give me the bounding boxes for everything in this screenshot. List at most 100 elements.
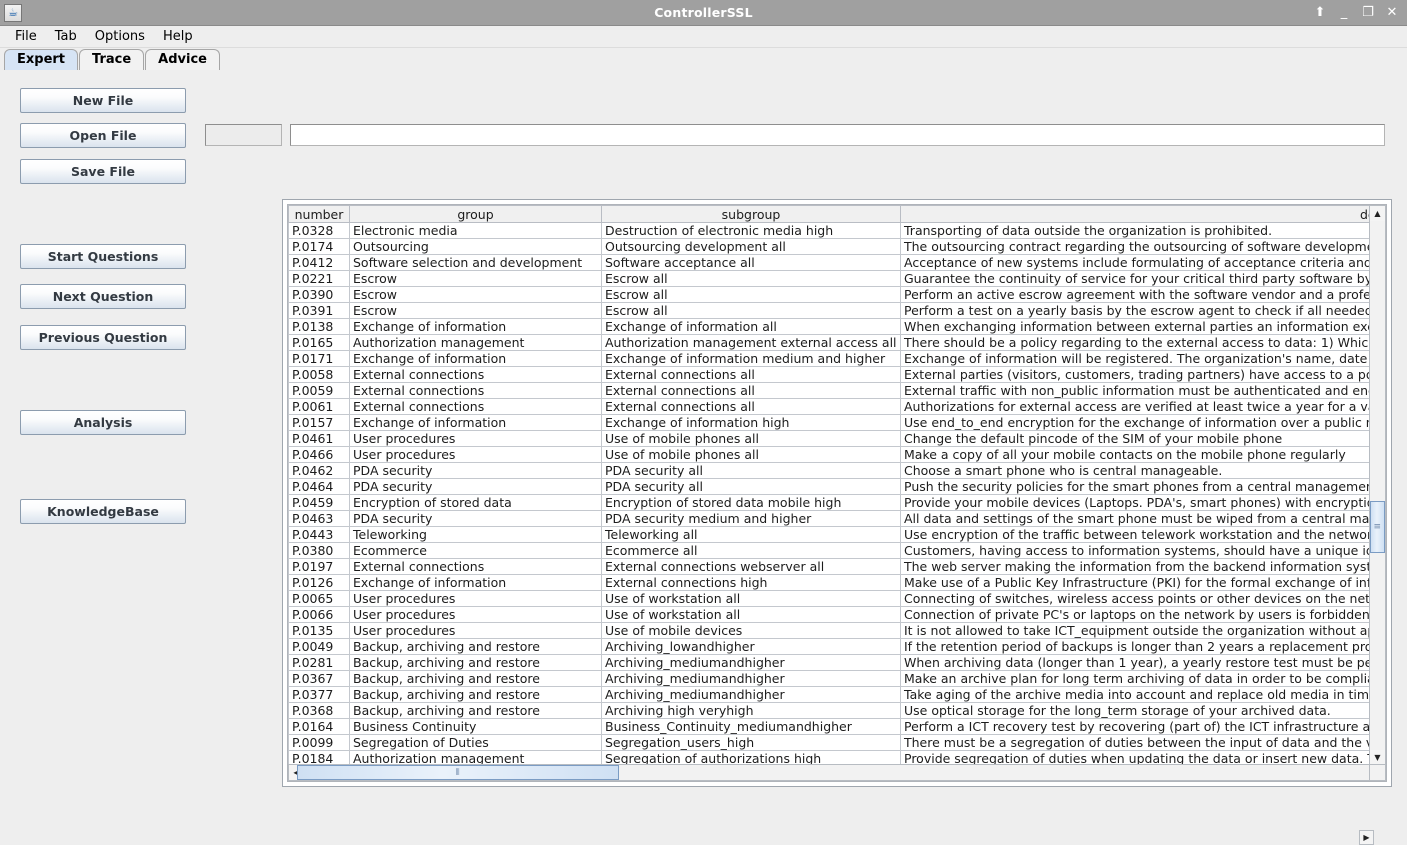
table-cell-subgroup[interactable]: Archiving_mediumandhigher [601,670,901,687]
close-button[interactable]: ✕ [1385,6,1399,19]
table-cell-subgroup[interactable]: Authorization management external access… [601,334,901,351]
table-cell-group[interactable]: Outsourcing [349,238,602,255]
column-header-subgroup[interactable]: subgroup [601,205,901,223]
table-cell-number[interactable]: P.0443 [288,526,350,543]
table-cell-description[interactable]: Exchange of information will be register… [900,350,1386,367]
table-cell-description[interactable]: Perform a ICT recovery test by recoverin… [900,718,1386,735]
table-row[interactable]: P.0135 User procedures Use of mobile devic… [288,622,1386,639]
table-cell-description[interactable]: Transporting of data outside the organiz… [900,222,1386,239]
table-cell-group[interactable]: PDA security [349,510,602,527]
table-cell-number[interactable]: P.0157 [288,414,350,431]
table-row[interactable]: P.0138 Exchange of information Exchange of… [288,318,1386,335]
maximize-button[interactable]: ❐ [1361,6,1375,19]
table-row[interactable]: P.0412 Software selection and development… [288,254,1386,271]
table-cell-description[interactable]: When archiving data (longer than 1 year)… [900,654,1386,671]
table-cell-group[interactable]: Exchange of information [349,574,602,591]
menu-item-help[interactable]: Help [154,27,202,46]
table-cell-description[interactable]: Use end_to_end encryption for the exchan… [900,414,1386,431]
table-cell-subgroup[interactable]: Use of mobile phones all [601,430,901,447]
table-cell-subgroup[interactable]: Archiving_mediumandhigher [601,686,901,703]
table-cell-subgroup[interactable]: Business_Continuity_mediumandhigher [601,718,901,735]
table-cell-subgroup[interactable]: PDA security medium and higher [601,510,901,527]
scroll-right-button[interactable]: ▶ [1359,830,1374,845]
table-cell-group[interactable]: PDA security [349,478,602,495]
table-cell-group[interactable]: Backup, archiving and restore [349,702,602,719]
start-questions-button[interactable]: Start Questions [20,244,186,269]
table-cell-number[interactable]: P.0368 [288,702,350,719]
table-cell-group[interactable]: Business Continuity [349,718,602,735]
table-cell-description[interactable]: The web server making the information fr… [900,558,1386,575]
table-row[interactable]: P.0058 External connections External conne… [288,366,1386,383]
table-cell-subgroup[interactable]: Exchange of information all [601,318,901,335]
table-cell-subgroup[interactable]: PDA security all [601,462,901,479]
tab-expert[interactable]: Expert [4,49,79,70]
table-cell-group[interactable]: Exchange of information [349,350,602,367]
table-row[interactable]: P.0174 Outsourcing Outsourcing development… [288,238,1386,255]
menu-item-tab[interactable]: Tab [46,27,86,46]
table-cell-subgroup[interactable]: Archiving_lowandhigher [601,638,901,655]
open-file-button[interactable]: Open File [20,123,186,148]
tab-advice[interactable]: Advice [145,49,220,70]
table-cell-number[interactable]: P.0328 [288,222,350,239]
table-cell-group[interactable]: User procedures [349,622,602,639]
menu-item-file[interactable]: File [6,27,46,46]
table-row[interactable]: P.0367 Backup, archiving and restore Archi… [288,670,1386,687]
table-cell-description[interactable]: Acceptance of new systems include formul… [900,254,1386,271]
table-row[interactable]: P.0377 Backup, archiving and restore Archi… [288,686,1386,703]
table-row[interactable]: P.0390 Escrow Escrow all Perform an active … [288,286,1386,303]
table-cell-subgroup[interactable]: Exchange of information high [601,414,901,431]
table-cell-description[interactable]: Make a copy of all your mobile contacts … [900,446,1386,463]
table-cell-description[interactable]: There must be a segregation of duties be… [900,734,1386,751]
table-cell-subgroup[interactable]: Archiving high veryhigh [601,702,901,719]
table-cell-group[interactable]: External connections [349,398,602,415]
table-cell-description[interactable]: Take aging of the archive media into acc… [900,686,1386,703]
table-cell-description[interactable]: Change the default pincode of the SIM of… [900,430,1386,447]
table-cell-description[interactable]: Make an archive plan for long term archi… [900,670,1386,687]
table-cell-group[interactable]: PDA security [349,462,602,479]
table-cell-description[interactable]: External traffic with non_public informa… [900,382,1386,399]
table-row[interactable]: P.0443 Teleworking Teleworking all Use encr… [288,526,1386,543]
table-cell-group[interactable]: Software selection and development [349,254,602,271]
table-row[interactable]: P.0459 Encryption of stored data Encryptio… [288,494,1386,511]
table-cell-description[interactable]: If the retention period of backups is lo… [900,638,1386,655]
table-cell-group[interactable]: Backup, archiving and restore [349,670,602,687]
table-cell-number[interactable]: P.0049 [288,638,350,655]
table-cell-subgroup[interactable]: Exchange of information medium and highe… [601,350,901,367]
table-row[interactable]: P.0380 Ecommerce Ecommerce all Customers, h… [288,542,1386,559]
table-cell-group[interactable]: Backup, archiving and restore [349,638,602,655]
table-cell-group[interactable]: User procedures [349,430,602,447]
table-cell-description[interactable]: All data and settings of the smart phone… [900,510,1386,527]
table-cell-number[interactable]: P.0061 [288,398,350,415]
table-cell-number[interactable]: P.0391 [288,302,350,319]
table-row[interactable]: P.0221 Escrow Escrow all Guarantee the cont… [288,270,1386,287]
table-cell-subgroup[interactable]: Use of workstation all [601,606,901,623]
table-row[interactable]: P.0463 PDA security PDA security medium an… [288,510,1386,527]
table-row[interactable]: P.0165 Authorization management Authorizat… [288,334,1386,351]
save-file-button[interactable]: Save File [20,159,186,184]
scroll-down-button[interactable]: ▼ [1370,750,1385,765]
table-cell-subgroup[interactable]: External connections all [601,366,901,383]
table-row[interactable]: P.0126 Exchange of information External co… [288,574,1386,591]
table-row[interactable]: P.0281 Backup, archiving and restore Archi… [288,654,1386,671]
table-cell-group[interactable]: User procedures [349,606,602,623]
next-question-button[interactable]: Next Question [20,284,186,309]
table-cell-group[interactable]: User procedures [349,590,602,607]
table-row[interactable]: P.0328 Electronic media Destruction of ele… [288,222,1386,239]
table-cell-number[interactable]: P.0197 [288,558,350,575]
table-cell-number[interactable]: P.0390 [288,286,350,303]
table-cell-description[interactable]: Connecting of switches, wireless access … [900,590,1386,607]
table-cell-description[interactable]: Provide your mobile devices (Laptops. PD… [900,494,1386,511]
column-header-group[interactable]: group [349,205,602,223]
table-row[interactable]: P.0391 Escrow Escrow all Perform a test on … [288,302,1386,319]
table-cell-number[interactable]: P.0464 [288,478,350,495]
table-cell-description[interactable]: Push the security policies for the smart… [900,478,1386,495]
table-cell-description[interactable]: Make use of a Public Key Infrastructure … [900,574,1386,591]
table-row[interactable]: P.0462 PDA security PDA security all Choose… [288,462,1386,479]
table-cell-group[interactable]: Escrow [349,302,602,319]
table-cell-description[interactable]: Guarantee the continuity of service for … [900,270,1386,287]
table-row[interactable]: P.0464 PDA security PDA security all Push t… [288,478,1386,495]
table-cell-number[interactable]: P.0066 [288,606,350,623]
table-cell-group[interactable]: Escrow [349,286,602,303]
table-row[interactable]: P.0461 User procedures Use of mobile phone… [288,430,1386,447]
table-cell-subgroup[interactable]: Use of mobile phones all [601,446,901,463]
